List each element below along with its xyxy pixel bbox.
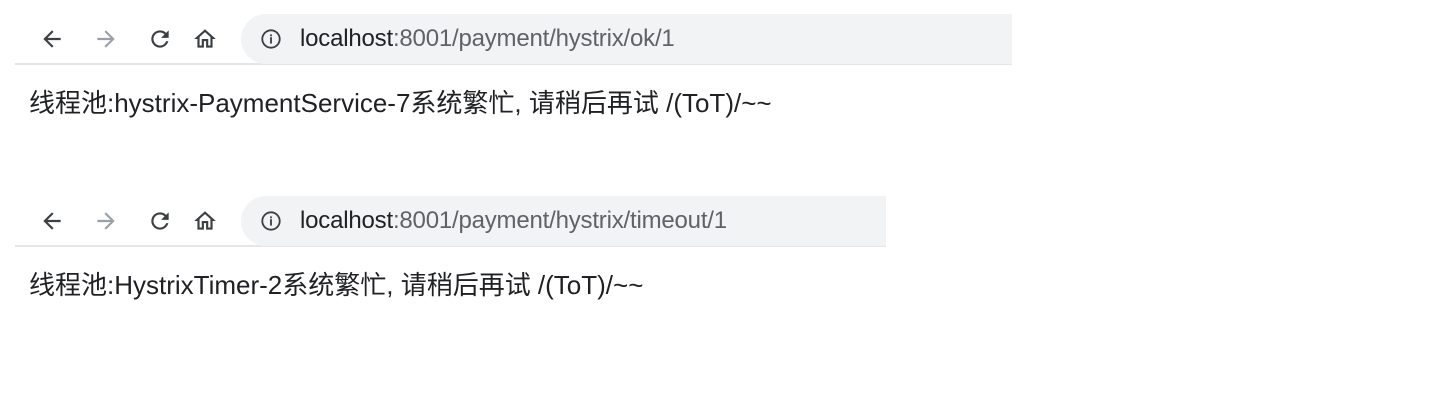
browser-toolbar: localhost:8001/payment/hystrix/ok/1 [15, 14, 1012, 65]
page-content-text: 线程池:HystrixTimer-2系统繁忙, 请稍后再试 /(ToT)/~~ [29, 270, 644, 300]
info-icon[interactable] [260, 28, 282, 50]
forward-arrow-icon [93, 26, 119, 52]
address-bar[interactable]: localhost:8001/payment/hystrix/timeout/1 [241, 196, 886, 246]
back-arrow-icon [39, 26, 65, 52]
info-icon[interactable] [260, 210, 282, 232]
reload-button[interactable] [145, 24, 175, 54]
forward-arrow-icon [93, 208, 119, 234]
back-button[interactable] [37, 206, 67, 236]
home-button[interactable] [190, 24, 220, 54]
browser-toolbar: localhost:8001/payment/hystrix/timeout/1 [15, 196, 886, 247]
url-host: localhost [300, 25, 393, 52]
url-host: localhost [300, 207, 393, 234]
forward-button[interactable] [91, 206, 121, 236]
url-path: :8001/payment/hystrix/ok/1 [392, 25, 675, 52]
reload-icon [147, 26, 173, 52]
home-button[interactable] [190, 206, 220, 236]
url-text[interactable]: localhost:8001/payment/hystrix/ok/1 [300, 25, 675, 53]
reload-button[interactable] [145, 206, 175, 236]
forward-button[interactable] [91, 24, 121, 54]
page-content-text: 线程池:hystrix-PaymentService-7系统繁忙, 请稍后再试 … [29, 88, 772, 118]
browser-window-ok: localhost:8001/payment/hystrix/ok/1 线程池:… [0, 14, 1012, 120]
back-arrow-icon [39, 208, 65, 234]
address-bar[interactable]: localhost:8001/payment/hystrix/ok/1 [241, 14, 1012, 64]
home-icon [192, 26, 218, 52]
reload-icon [147, 208, 173, 234]
url-path: :8001/payment/hystrix/timeout/1 [392, 207, 727, 234]
home-icon [192, 208, 218, 234]
browser-window-timeout: localhost:8001/payment/hystrix/timeout/1… [0, 196, 886, 302]
url-text[interactable]: localhost:8001/payment/hystrix/timeout/1 [300, 207, 727, 235]
back-button[interactable] [37, 24, 67, 54]
